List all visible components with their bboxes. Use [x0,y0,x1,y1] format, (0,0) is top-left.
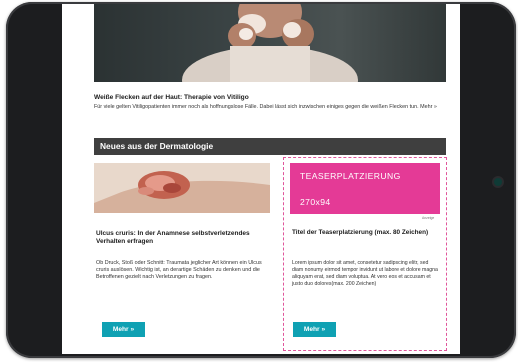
camera-icon [494,178,502,186]
article-title[interactable]: Ulcus cruris: In der Anamnese selbstverl… [96,230,268,246]
hero-text: Für viele gelten Vitiligopatienten immer… [94,104,437,110]
teaser-banner[interactable]: TEASERPLATZIERUNG 270x94 [290,163,440,214]
teaser-text: Lorem ipsum dolor sit amet, consetetur s… [292,260,438,287]
hero-title[interactable]: Weiße Flecken auf der Haut: Therapie von… [94,94,446,101]
ulcus-image [94,163,270,213]
article-more-button[interactable]: Mehr » [102,322,145,337]
teaser-title[interactable]: Titel der Teaserplatzierung (max. 80 Zei… [292,229,440,237]
tablet-frame: Weiße Flecken auf der Haut: Therapie von… [6,2,516,358]
section-header: Neues aus der Dermatologie [94,138,446,155]
ad-label: Anzeige [422,216,435,220]
email-screen: Weiße Flecken auf der Haut: Therapie von… [62,4,460,354]
hero-image [94,4,446,82]
teaser-banner-title: TEASERPLATZIERUNG [300,171,401,181]
teaser-more-button[interactable]: Mehr » [293,322,336,337]
teaser-banner-size: 270x94 [300,197,331,207]
article-text: Ob Druck, Stoß oder Schnitt: Traumata je… [96,260,262,280]
vitiligo-person-illustration [182,4,358,82]
wound-illustration [94,163,270,213]
